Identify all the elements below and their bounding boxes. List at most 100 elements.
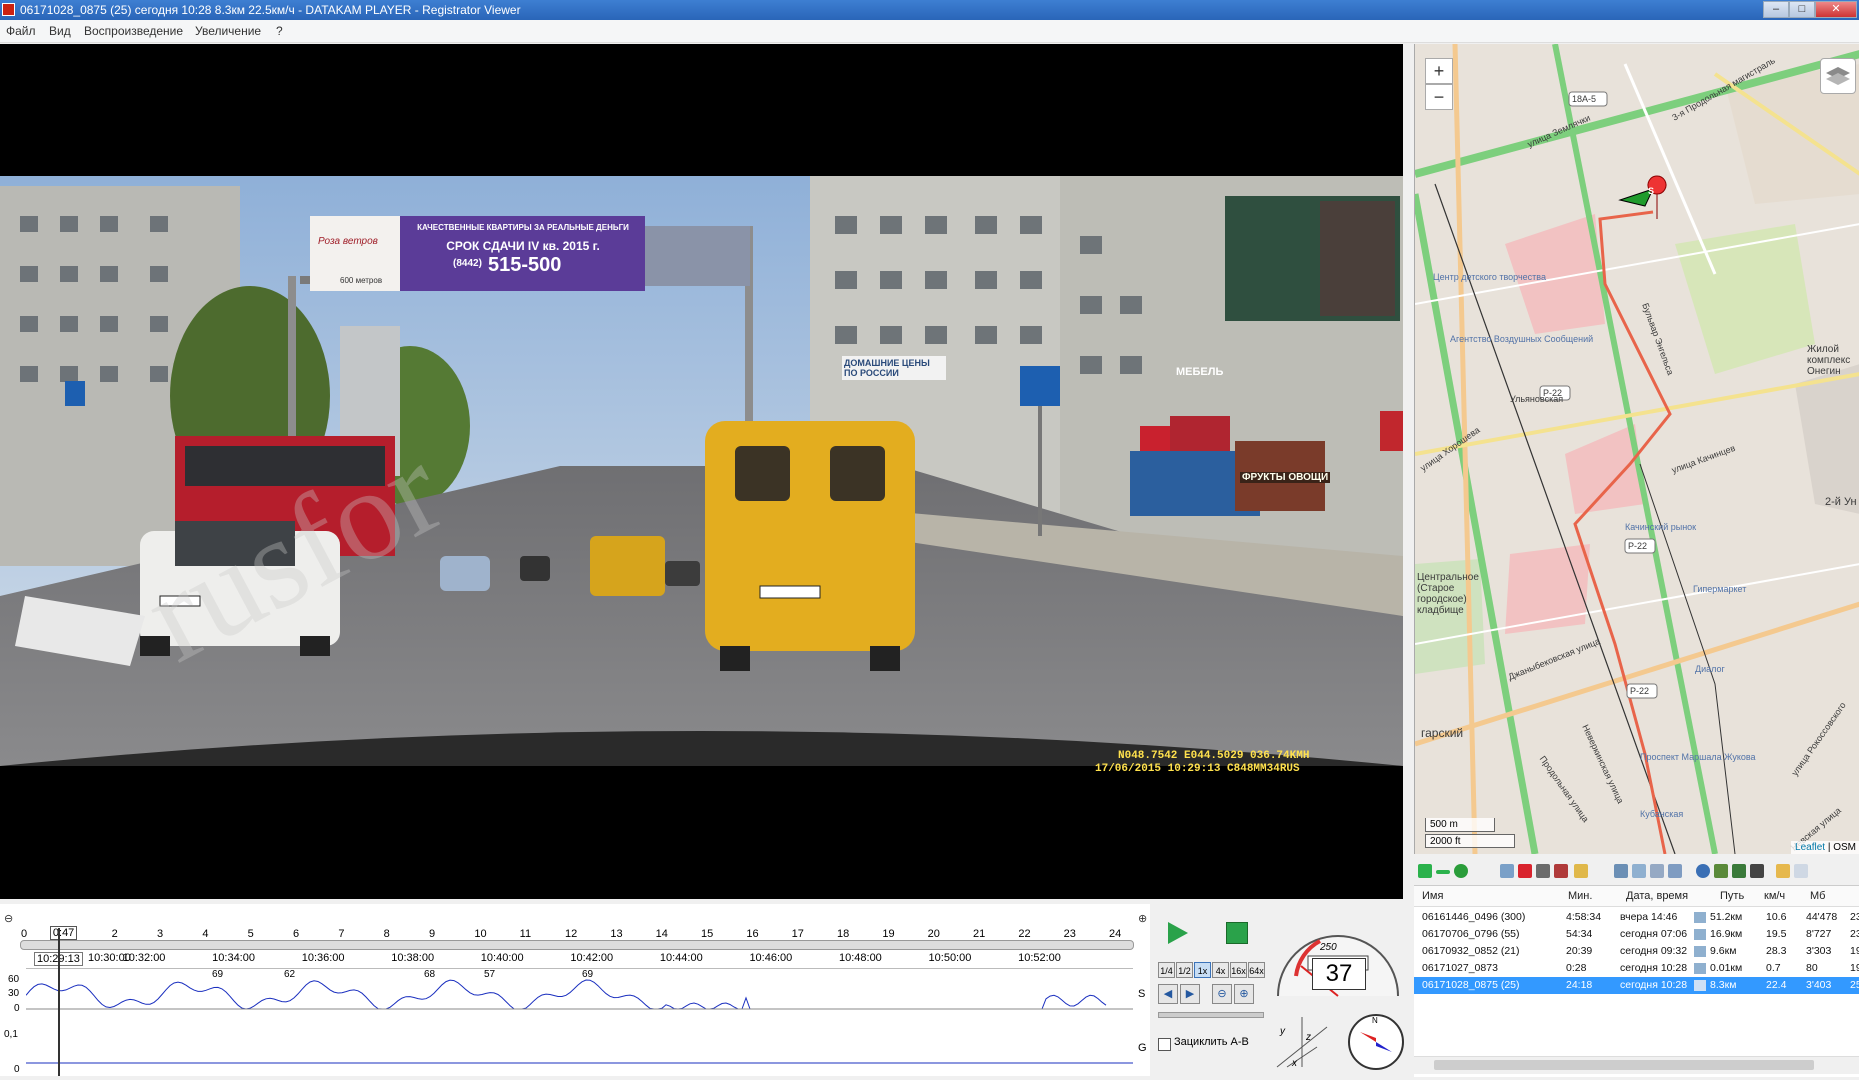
list-item[interactable]: 06170932_0852 (21) 20:39 сегодня 09:32 9… bbox=[1414, 943, 1859, 960]
file-list[interactable]: Имя Мин. Дата, время Путь км/ч Мб 061614… bbox=[1414, 885, 1859, 1077]
column-datetime[interactable]: Дата, время bbox=[1626, 886, 1688, 906]
osm-credit: OSM bbox=[1833, 842, 1856, 853]
speed-graph-area[interactable]: 69 62 68 57 69 bbox=[25, 968, 1133, 1077]
stop-button[interactable] bbox=[1226, 922, 1248, 944]
speed-peak-label: 69 bbox=[212, 969, 224, 980]
file-name: 06170932_0852 (21) bbox=[1422, 945, 1520, 957]
map-label-road4: Р-22 bbox=[1630, 686, 1650, 696]
list-item-selected[interactable]: 06171028_0875 (25) 24:18 сегодня 10:28 8… bbox=[1414, 977, 1859, 994]
globe-icon[interactable] bbox=[1696, 864, 1710, 878]
gps-icon bbox=[1694, 963, 1706, 974]
window-icon[interactable] bbox=[1614, 864, 1628, 878]
speed-16x-button[interactable]: 16x bbox=[1230, 962, 1247, 978]
speed-peak-label: 62 bbox=[284, 969, 296, 980]
zoom-in-icon[interactable]: ⊕ bbox=[1138, 912, 1147, 925]
zoom-in-video-icon[interactable]: ⊕ bbox=[1234, 984, 1254, 1004]
g-axis-0: 0 bbox=[14, 1064, 20, 1075]
video-frame[interactable]: rusfor КАЧЕСТВЕННЫЕ КВАРТИРЫ ЗА РЕАЛЬНЫЕ… bbox=[0, 176, 1403, 775]
layout-icon[interactable] bbox=[1650, 864, 1664, 878]
list-item[interactable]: 06171027_0873 0:28 сегодня 10:28 0.01км … bbox=[1414, 960, 1859, 977]
playhead[interactable] bbox=[58, 928, 60, 1076]
zoom-out-video-icon[interactable]: ⊖ bbox=[1212, 984, 1232, 1004]
clock-tick: 10:44:00 bbox=[659, 952, 703, 964]
chart-icon[interactable] bbox=[1714, 864, 1728, 878]
menu-file[interactable]: Файл bbox=[6, 24, 36, 38]
osd-gps: N048.7542 E044.5029 036.74KMH bbox=[1118, 750, 1310, 762]
step-back-icon[interactable]: ◀ bbox=[1158, 984, 1178, 1004]
menu-zoom[interactable]: Увеличение bbox=[195, 24, 261, 38]
column-path[interactable]: Путь bbox=[1720, 886, 1744, 906]
column-minutes[interactable]: Мин. bbox=[1568, 886, 1592, 906]
maximize-button[interactable]: □ bbox=[1789, 1, 1815, 18]
list-item[interactable]: 06161446_0496 (300) 4:58:34 вчера 14:46 … bbox=[1414, 909, 1859, 926]
step-forward-icon[interactable]: ▶ bbox=[1180, 984, 1200, 1004]
save-icon[interactable] bbox=[1536, 864, 1550, 878]
column-name[interactable]: Имя bbox=[1422, 886, 1443, 906]
zoom-out-icon[interactable]: ⊖ bbox=[4, 912, 13, 925]
refresh-icon[interactable] bbox=[1454, 864, 1468, 878]
timeline-panel[interactable]: ⊖ ⊕ 012345678910111213141516171819202122… bbox=[0, 904, 1150, 1076]
copy-icon[interactable] bbox=[1500, 864, 1514, 878]
speed-64x-button[interactable]: 64x bbox=[1248, 962, 1265, 978]
compass-north-label: N bbox=[1372, 1016, 1378, 1025]
menu-playback[interactable]: Воспроизведение bbox=[84, 24, 183, 38]
delete-icon[interactable] bbox=[1518, 864, 1532, 878]
clock-tick: 10:50:00 bbox=[928, 952, 972, 964]
playback-controls: 1/4 1/2 1x 4x 16x 64x ◀ ▶ ⊖ ⊕ Зациклить … bbox=[1150, 904, 1412, 1076]
speed-quarter-button[interactable]: 1/4 bbox=[1158, 962, 1175, 978]
file-toolbar bbox=[1414, 860, 1859, 884]
speed-4x-button[interactable]: 4x bbox=[1212, 962, 1229, 978]
map-zoom-in-button[interactable]: + bbox=[1425, 58, 1453, 84]
clock-tick: 10:38:00 bbox=[391, 952, 435, 964]
image-icon[interactable] bbox=[1732, 864, 1746, 878]
play-button[interactable] bbox=[1168, 922, 1188, 944]
map-zoom-out-button[interactable]: − bbox=[1425, 84, 1453, 110]
export-icon[interactable] bbox=[1554, 864, 1568, 878]
video-player[interactable]: rusfor КАЧЕСТВЕННЫЕ КВАРТИРЫ ЗА РЕАЛЬНЫЕ… bbox=[0, 44, 1403, 899]
leaflet-link[interactable]: Leaflet bbox=[1795, 842, 1825, 853]
map-scale-imperial: 2000 ft bbox=[1425, 834, 1515, 848]
close-button[interactable]: ✕ bbox=[1815, 1, 1857, 18]
map-panel[interactable]: + − S 18А-5 Р-22 Р-22 Р-22 улица Землячк… bbox=[1414, 44, 1859, 854]
speedometer-dial-icon bbox=[1277, 935, 1399, 997]
loop-checkbox[interactable] bbox=[1158, 1038, 1171, 1051]
billboard-deadline: СРОК СДАЧИ IV кв. 2015 г. bbox=[446, 239, 600, 253]
tile-icon[interactable] bbox=[1668, 864, 1682, 878]
menu-view[interactable]: Вид bbox=[49, 24, 71, 38]
speedometer-limit: 250 bbox=[1320, 942, 1337, 953]
file-minutes: 24:18 bbox=[1566, 979, 1593, 991]
volume-slider[interactable] bbox=[1158, 1012, 1264, 1018]
dashcam-frame-image: rusfor bbox=[0, 176, 1403, 766]
folder-icon[interactable] bbox=[1776, 864, 1790, 878]
file-date: сегодня 09:32 bbox=[1620, 945, 1688, 957]
menu-help[interactable]: ? bbox=[276, 24, 283, 38]
document-icon[interactable] bbox=[1794, 864, 1808, 878]
speed-1x-button[interactable]: 1x bbox=[1194, 962, 1211, 978]
layers-button[interactable] bbox=[1820, 58, 1856, 94]
map-label-place9: Диалог bbox=[1695, 664, 1725, 674]
list-item[interactable]: 06170706_0796 (55) 54:34 сегодня 07:06 1… bbox=[1414, 926, 1859, 943]
column-speed[interactable]: км/ч bbox=[1764, 886, 1785, 906]
speedometer-value: 37 bbox=[1312, 958, 1366, 990]
column-size[interactable]: Мб bbox=[1810, 886, 1825, 906]
fullscreen-icon[interactable] bbox=[1632, 864, 1646, 878]
file-minutes: 0:28 bbox=[1566, 962, 1587, 974]
minimize-button[interactable]: – bbox=[1763, 1, 1789, 18]
file-extra: 23 bbox=[1850, 928, 1859, 940]
app-icon bbox=[2, 3, 15, 16]
g-graph-label: G bbox=[1138, 1042, 1147, 1054]
file-list-scrollbar[interactable] bbox=[1414, 1056, 1859, 1074]
remove-icon[interactable] bbox=[1436, 870, 1450, 874]
file-speed: 19.5 bbox=[1766, 928, 1787, 940]
scrollbar-thumb[interactable] bbox=[1434, 1060, 1814, 1070]
file-size: 44'478 bbox=[1806, 911, 1838, 923]
billboard-distance: 600 метров bbox=[340, 276, 383, 285]
key-icon[interactable] bbox=[1574, 864, 1588, 878]
speed-half-button[interactable]: 1/2 bbox=[1176, 962, 1193, 978]
file-extra: 19 bbox=[1850, 962, 1859, 974]
map-label-other: 2-й Ун bbox=[1825, 496, 1857, 508]
minute-tick: 11 bbox=[519, 928, 532, 940]
map-tiles[interactable] bbox=[1415, 44, 1859, 854]
video-icon[interactable] bbox=[1750, 864, 1764, 878]
add-icon[interactable] bbox=[1418, 864, 1432, 878]
